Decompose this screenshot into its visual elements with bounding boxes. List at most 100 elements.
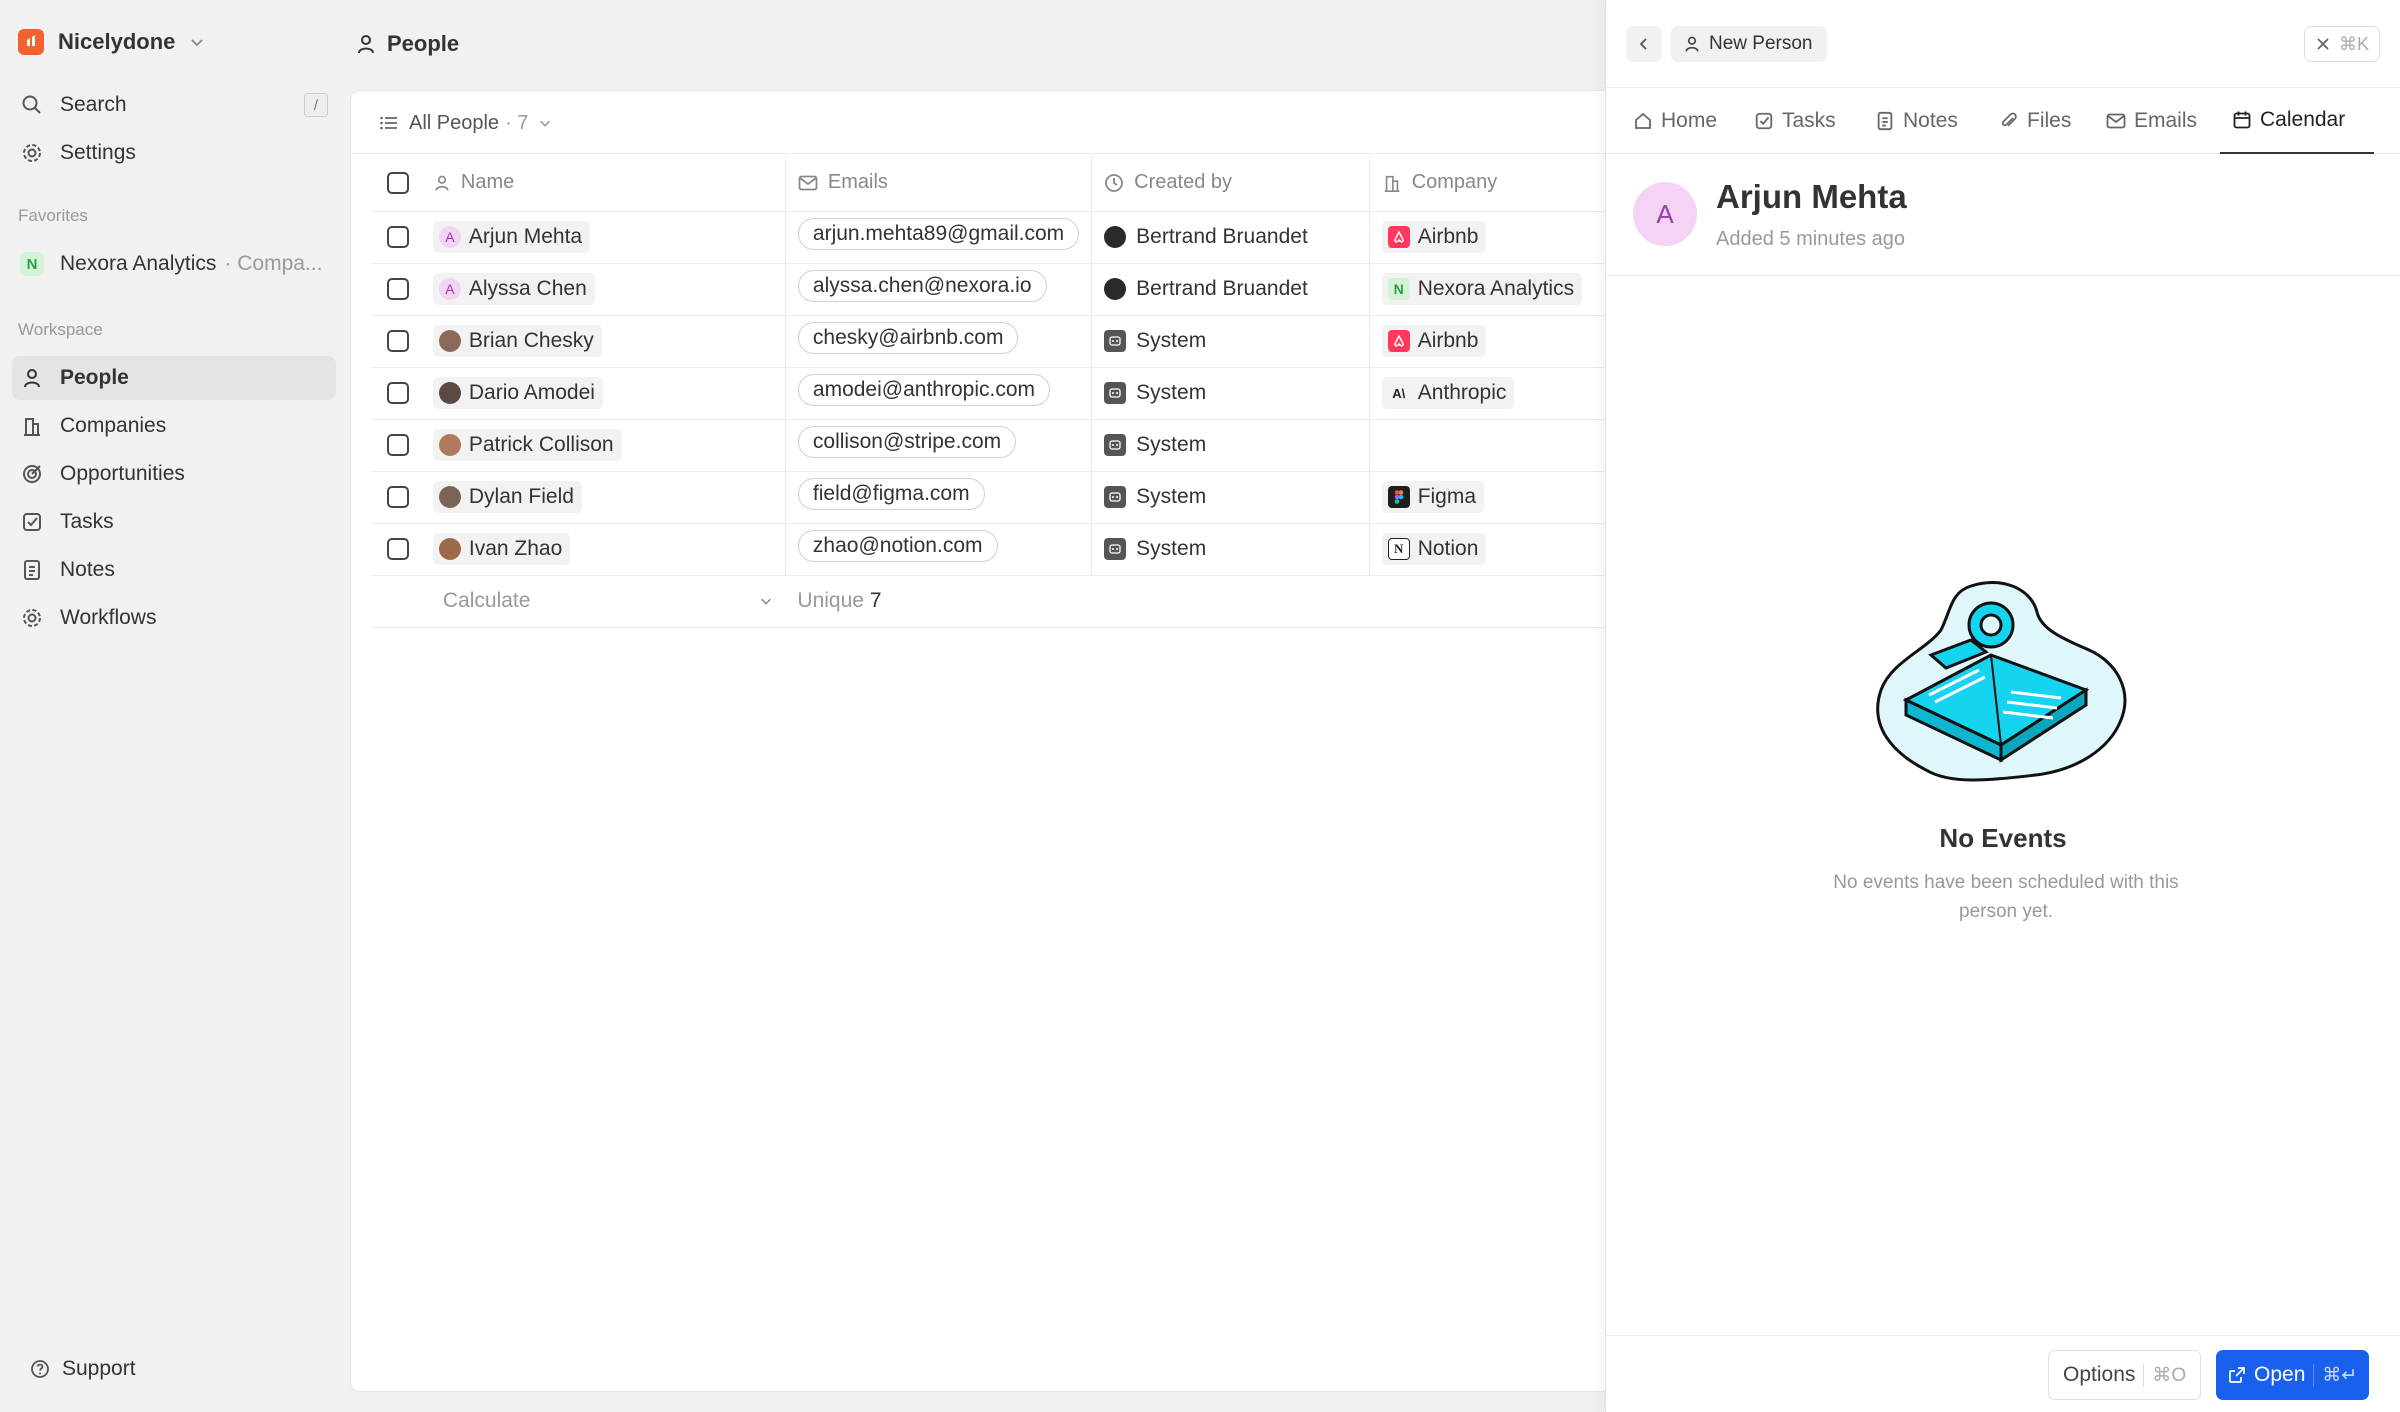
- company-chip[interactable]: Figma: [1381, 481, 1485, 513]
- company-chip[interactable]: Airbnb: [1381, 221, 1487, 253]
- person-chip[interactable]: Ivan Zhao: [432, 532, 571, 565]
- email-pill[interactable]: alyssa.chen@nexora.io: [797, 270, 1047, 302]
- row-checkbox[interactable]: [387, 486, 409, 508]
- person-chip[interactable]: Dylan Field: [432, 480, 582, 513]
- person-chip[interactable]: A Arjun Mehta: [432, 221, 591, 253]
- sidebar-item-label: Tasks: [60, 510, 114, 533]
- company-chip[interactable]: A\ Anthropic: [1381, 377, 1515, 409]
- person-chip[interactable]: Dario Amodei: [432, 376, 603, 409]
- company-logo-icon: N: [1387, 278, 1410, 300]
- table-row[interactable]: Ivan Zhao zhao@notion.com System N Notio…: [371, 523, 1669, 576]
- email-cell[interactable]: field@figma.com: [785, 471, 1093, 524]
- name-cell[interactable]: A Arjun Mehta: [420, 211, 786, 264]
- email-cell[interactable]: arjun.mehta89@gmail.com: [785, 211, 1093, 264]
- created-by-cell[interactable]: System: [1091, 367, 1370, 420]
- tab-home[interactable]: Home: [1633, 88, 1717, 154]
- email-cell[interactable]: alyssa.chen@nexora.io: [785, 263, 1093, 316]
- record-name[interactable]: Arjun Mehta: [1716, 178, 1907, 216]
- table-row[interactable]: A Arjun Mehta arjun.mehta89@gmail.com Be…: [371, 211, 1669, 264]
- tab-files[interactable]: Files: [1999, 88, 2071, 154]
- select-all-checkbox[interactable]: [387, 171, 409, 194]
- row-checkbox[interactable]: [387, 382, 409, 404]
- email-pill[interactable]: collison@stripe.com: [797, 426, 1017, 458]
- person-chip[interactable]: A Alyssa Chen: [432, 273, 595, 305]
- person-chip[interactable]: Patrick Collison: [432, 428, 622, 461]
- created-by-cell[interactable]: System: [1091, 419, 1370, 472]
- email-cell[interactable]: amodei@anthropic.com: [785, 367, 1093, 420]
- avatar[interactable]: A: [1633, 182, 1697, 246]
- table-row[interactable]: A Alyssa Chen alyssa.chen@nexora.io Bert…: [371, 263, 1669, 316]
- sidebar-item-opportunities[interactable]: Opportunities: [12, 452, 336, 496]
- row-checkbox[interactable]: [387, 278, 409, 300]
- open-button[interactable]: Open ⌘↵: [2216, 1350, 2370, 1400]
- back-button[interactable]: [1626, 26, 1662, 62]
- workflow-icon: [20, 606, 44, 630]
- table-row[interactable]: Brian Chesky chesky@airbnb.com System Ai…: [371, 315, 1669, 368]
- page-title: People: [387, 31, 460, 56]
- email-cell[interactable]: collison@stripe.com: [785, 419, 1093, 472]
- tab-calendar[interactable]: Calendar: [2220, 88, 2374, 154]
- tab-label: Emails: [2134, 109, 2198, 132]
- row-checkbox[interactable]: [387, 538, 409, 560]
- record-type-button[interactable]: New Person: [1671, 26, 1827, 62]
- options-button[interactable]: Options ⌘O: [2048, 1350, 2202, 1400]
- close-button[interactable]: ⌘K: [2303, 26, 2380, 62]
- sidebar-item-workflows[interactable]: Workflows: [12, 596, 336, 640]
- created-by-cell[interactable]: System: [1091, 523, 1370, 576]
- sidebar-item-people[interactable]: People: [12, 356, 336, 400]
- person-chip[interactable]: Brian Chesky: [432, 324, 602, 357]
- drawer-tabs: Home Tasks Notes Files Emails Calendar: [1606, 88, 2400, 154]
- name-cell[interactable]: Dylan Field: [420, 471, 786, 524]
- sidebar-item-tasks[interactable]: Tasks: [12, 500, 336, 544]
- tab-emails[interactable]: Emails: [2106, 88, 2197, 154]
- company-chip[interactable]: N Notion: [1381, 533, 1487, 565]
- row-checkbox[interactable]: [387, 226, 409, 248]
- unique-value: 7: [869, 589, 882, 612]
- created-by-cell[interactable]: System: [1091, 471, 1370, 524]
- close-shortcut: ⌘K: [2338, 33, 2369, 54]
- settings-button[interactable]: Settings: [12, 131, 336, 175]
- tab-label: Files: [2027, 109, 2072, 132]
- table-row[interactable]: Dylan Field field@figma.com System Figma: [371, 471, 1669, 524]
- email-pill[interactable]: amodei@anthropic.com: [797, 374, 1050, 406]
- email-cell[interactable]: chesky@airbnb.com: [785, 315, 1093, 368]
- name-cell[interactable]: A Alyssa Chen: [420, 263, 786, 316]
- person-name: Dylan Field: [468, 484, 574, 508]
- name-cell[interactable]: Patrick Collison: [420, 419, 786, 472]
- workspace-switcher[interactable]: Nicelydone: [18, 24, 205, 60]
- company-chip[interactable]: N Nexora Analytics: [1381, 273, 1583, 305]
- search-button[interactable]: Search /: [12, 83, 336, 127]
- unique-count[interactable]: Unique 7: [785, 575, 1092, 628]
- sidebar-item-companies[interactable]: Companies: [12, 404, 336, 448]
- email-pill[interactable]: field@figma.com: [797, 478, 985, 510]
- email-cell[interactable]: zhao@notion.com: [785, 523, 1093, 576]
- company-chip[interactable]: Airbnb: [1381, 325, 1487, 357]
- tab-notes[interactable]: Notes: [1875, 88, 1958, 154]
- column-label: Company: [1411, 171, 1498, 194]
- tab-tasks[interactable]: Tasks: [1754, 88, 1836, 154]
- company-name: Airbnb: [1417, 329, 1479, 352]
- table-row[interactable]: Dario Amodei amodei@anthropic.com System…: [371, 367, 1669, 420]
- created-by-cell[interactable]: Bertrand Bruandet: [1091, 211, 1370, 264]
- table-row[interactable]: Patrick Collison collison@stripe.com Sys…: [371, 419, 1669, 472]
- support-button[interactable]: Support: [20, 1347, 220, 1391]
- email-pill[interactable]: zhao@notion.com: [797, 530, 998, 562]
- favorite-item-nexora[interactable]: N Nexora Analytics · Compa...: [12, 242, 336, 286]
- email-pill[interactable]: arjun.mehta89@gmail.com: [797, 218, 1080, 250]
- avatar: [1104, 226, 1127, 248]
- view-switcher[interactable]: All People · 7: [379, 107, 552, 139]
- name-cell[interactable]: Brian Chesky: [420, 315, 786, 368]
- email-pill[interactable]: chesky@airbnb.com: [797, 322, 1019, 354]
- column-header-created-by[interactable]: Created by: [1091, 155, 1370, 212]
- name-cell[interactable]: Dario Amodei: [420, 367, 786, 420]
- column-header-name[interactable]: Name: [420, 155, 786, 212]
- row-checkbox[interactable]: [387, 330, 409, 352]
- name-cell[interactable]: Ivan Zhao: [420, 523, 786, 576]
- sidebar-item-notes[interactable]: Notes: [12, 548, 336, 592]
- column-header-emails[interactable]: Emails: [785, 155, 1093, 212]
- created-by-cell[interactable]: Bertrand Bruandet: [1091, 263, 1370, 316]
- row-checkbox[interactable]: [387, 434, 409, 456]
- created-by-cell[interactable]: System: [1091, 315, 1370, 368]
- tab-label: Tasks: [1782, 109, 1836, 132]
- calculate-dropdown[interactable]: Calculate: [420, 575, 786, 628]
